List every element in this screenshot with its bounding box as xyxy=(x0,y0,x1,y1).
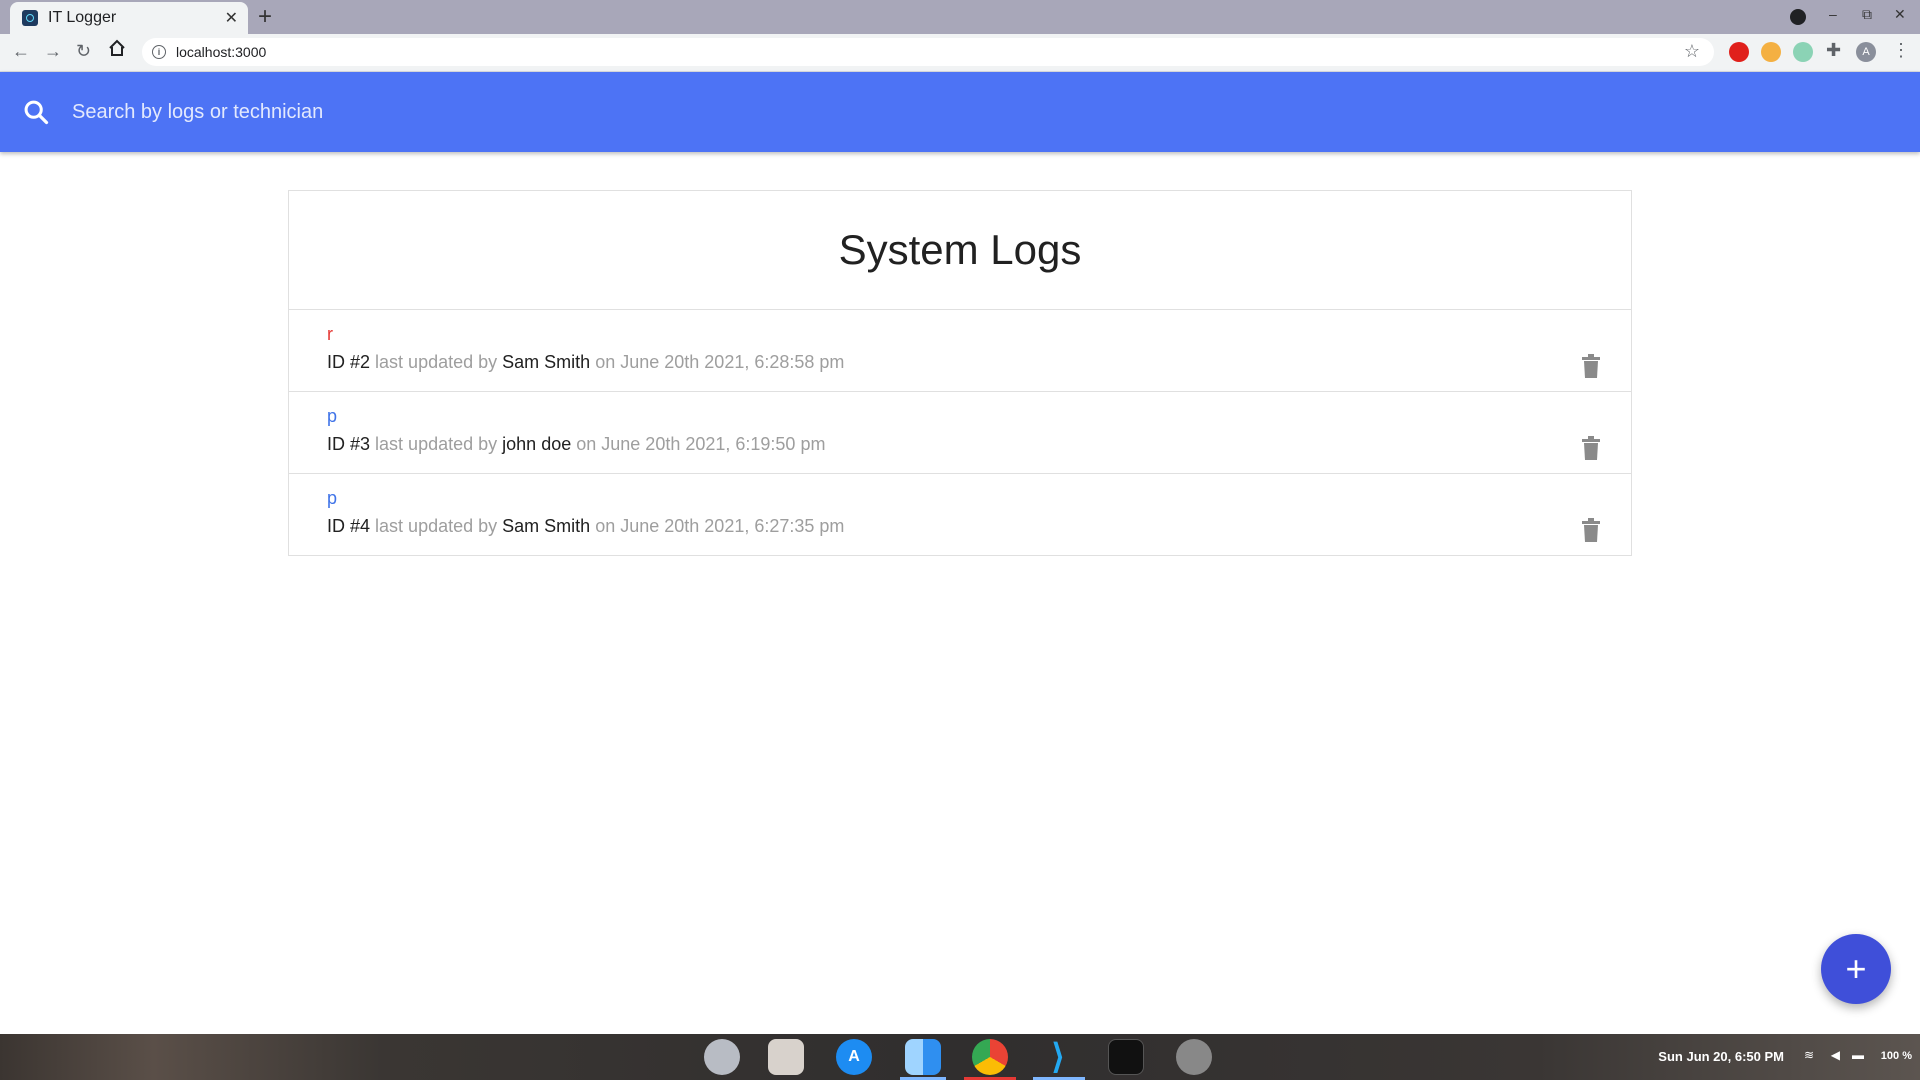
volume-icon[interactable]: ◀ xyxy=(1831,1048,1840,1062)
minimize-button[interactable]: – xyxy=(1829,6,1837,22)
delete-trash-icon[interactable] xyxy=(1581,436,1601,460)
log-message-link[interactable]: p xyxy=(327,488,1631,512)
collection-header: System Logs xyxy=(289,191,1631,310)
battery-percent: 100 % xyxy=(1880,1050,1912,1062)
updated-by-text: last updated by xyxy=(375,516,498,536)
delete-trash-icon[interactable] xyxy=(1581,518,1601,542)
app-store-icon[interactable]: A xyxy=(836,1039,872,1075)
log-message-link[interactable]: r xyxy=(327,324,1631,348)
log-technician: Sam Smith xyxy=(502,352,591,372)
log-technician: Sam Smith xyxy=(502,516,591,536)
text-editor-icon[interactable] xyxy=(768,1039,804,1075)
extension-icon[interactable] xyxy=(1761,42,1781,62)
clock[interactable]: Sun Jun 20, 6:50 PM xyxy=(1658,1049,1784,1064)
search-navbar xyxy=(0,72,1920,152)
wifi-icon[interactable]: ≋ xyxy=(1804,1048,1814,1062)
page-title: System Logs xyxy=(838,226,1082,273)
search-input[interactable] xyxy=(72,90,1872,134)
terminal-icon[interactable] xyxy=(1108,1039,1144,1075)
log-meta: ID #4 last updated by Sam Smith on June … xyxy=(327,516,1631,537)
bookmark-star-icon[interactable]: ☆ xyxy=(1684,41,1700,62)
vscode-icon[interactable]: ⟩ xyxy=(1040,1038,1076,1076)
site-info-icon[interactable]: i xyxy=(152,45,166,59)
updated-by-text: last updated by xyxy=(375,352,498,372)
finder-icon[interactable] xyxy=(905,1039,941,1075)
new-tab-button[interactable]: + xyxy=(258,3,272,31)
settings-gear-icon[interactable] xyxy=(1176,1039,1212,1075)
browser-tab-strip: IT Logger ✕ + – ⧉ ✕ xyxy=(0,0,1920,34)
log-meta: ID #3 last updated by john doe on June 2… xyxy=(327,434,1631,455)
forward-arrow-icon[interactable]: → xyxy=(44,41,62,62)
puzzle-extensions-icon[interactable]: ✚ xyxy=(1826,40,1841,61)
chrome-icon[interactable] xyxy=(972,1039,1008,1075)
tab-title: IT Logger xyxy=(48,9,117,26)
home-icon[interactable] xyxy=(108,39,126,62)
tab-search-icon[interactable] xyxy=(1790,9,1806,25)
updated-by-text: last updated by xyxy=(375,434,498,454)
restore-button[interactable]: ⧉ xyxy=(1862,6,1872,23)
url-text: localhost:3000 xyxy=(176,44,267,60)
profile-avatar[interactable]: A xyxy=(1856,42,1876,62)
log-item: p ID #4 last updated by Sam Smith on Jun… xyxy=(289,474,1631,556)
extension-icon[interactable] xyxy=(1793,42,1813,62)
taskbar: A ⟩ Sun Jun 20, 6:50 PM ≋ ◀ ▬ 100 % xyxy=(0,1034,1920,1080)
browser-toolbar: ← → ↻ i localhost:3000 ☆ ✚ A ⋮ xyxy=(0,34,1920,72)
delete-trash-icon[interactable] xyxy=(1581,354,1601,378)
tab-close-icon[interactable]: ✕ xyxy=(225,8,238,28)
add-log-button[interactable]: + xyxy=(1821,934,1891,1004)
log-date: on June 20th 2021, 6:27:35 pm xyxy=(595,516,845,536)
log-meta: ID #2 last updated by Sam Smith on June … xyxy=(327,352,1631,373)
search-icon xyxy=(24,100,49,125)
log-item: r ID #2 last updated by Sam Smith on Jun… xyxy=(289,310,1631,392)
reload-icon[interactable]: ↻ xyxy=(76,41,91,62)
address-bar[interactable]: i localhost:3000 ☆ xyxy=(142,38,1714,66)
kebab-menu-icon[interactable]: ⋮ xyxy=(1892,40,1910,61)
log-date: on June 20th 2021, 6:28:58 pm xyxy=(595,352,845,372)
log-id: ID #4 xyxy=(327,516,371,536)
log-id: ID #2 xyxy=(327,352,371,372)
launchpad-rocket-icon[interactable] xyxy=(704,1039,740,1075)
battery-icon[interactable]: ▬ xyxy=(1852,1048,1864,1062)
adblock-extension-icon[interactable] xyxy=(1729,42,1749,62)
browser-tab[interactable]: IT Logger ✕ xyxy=(10,2,248,34)
log-message-link[interactable]: p xyxy=(327,406,1631,430)
react-favicon-icon xyxy=(22,10,38,26)
window-close-button[interactable]: ✕ xyxy=(1894,6,1906,23)
log-date: on June 20th 2021, 6:19:50 pm xyxy=(576,434,826,454)
logs-collection: System Logs r ID #2 last updated by Sam … xyxy=(288,190,1632,556)
log-item: p ID #3 last updated by john doe on June… xyxy=(289,392,1631,474)
log-id: ID #3 xyxy=(327,434,371,454)
back-arrow-icon[interactable]: ← xyxy=(12,41,30,62)
log-technician: john doe xyxy=(502,434,572,454)
